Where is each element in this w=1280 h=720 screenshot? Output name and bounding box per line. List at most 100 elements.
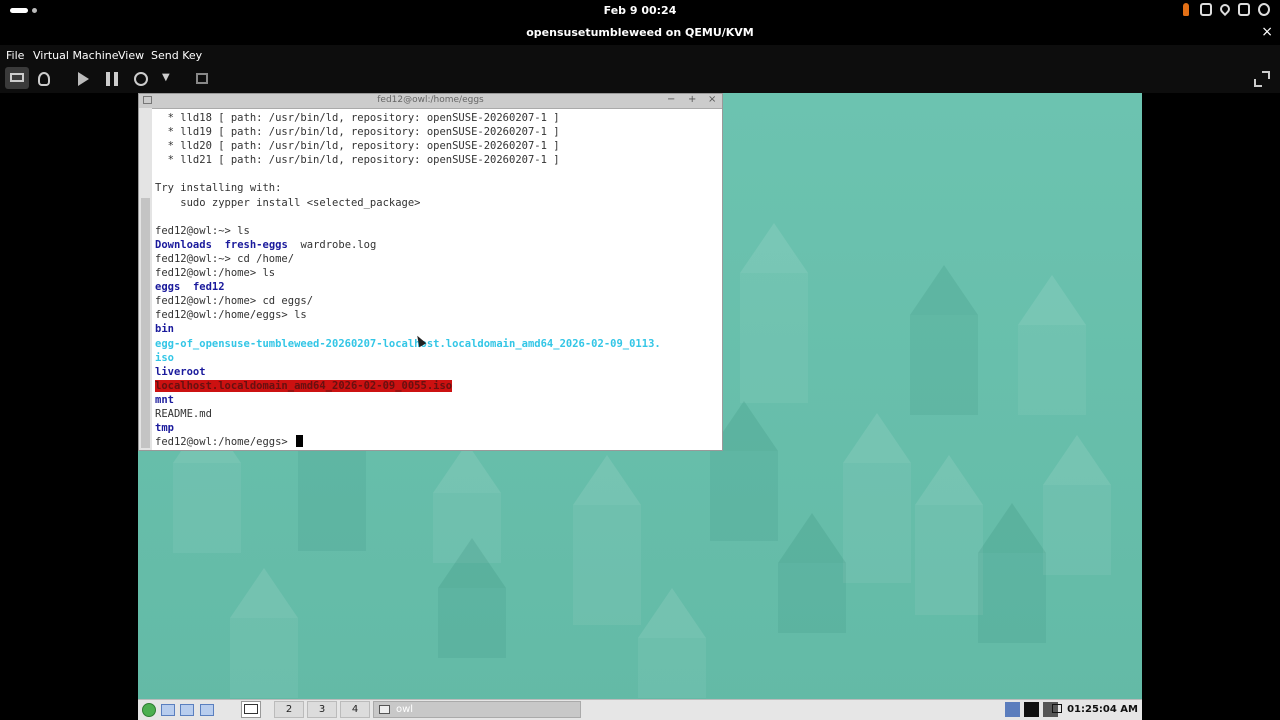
menu-send-key[interactable]: Send Key [151,49,202,62]
terminal-text: bin [155,323,174,336]
terminal-line: README.md [155,407,720,421]
bulb-icon[interactable] [38,72,50,86]
terminal-text: * lld18 [ path: /usr/bin/ld, repository:… [155,112,560,124]
fullscreen-icon[interactable] [1254,71,1270,87]
screens-icon[interactable] [196,73,208,84]
volume-icon [1238,3,1250,16]
guest-taskbar: 2 3 4 owl 01:25:04 AM [138,699,1142,720]
menu-view[interactable]: View [118,49,144,62]
start-menu-icon[interactable] [142,703,156,717]
wallpaper-shape [843,413,911,463]
taskbar-window-label: owl [396,704,414,715]
vm-titlebar: opensusetumbleweed on QEMU/KVM × [0,21,1280,45]
terminal-text: fed12@owl:~> cd /home/ [155,252,295,265]
window-icon [379,705,390,714]
vm-toolbar: ▼ [0,65,1280,93]
terminal-line: tmp [155,421,720,435]
close-button[interactable]: × [708,94,716,105]
maximize-button[interactable]: + [688,94,696,105]
terminal-text: mnt [155,393,174,406]
menu-virtual-machine[interactable]: Virtual Machine [33,49,119,62]
calendar-icon [1052,704,1063,713]
terminal-text: * lld20 [ path: /usr/bin/ld, repository:… [155,140,560,153]
terminal-window[interactable]: fed12@owl:/home/eggs − + × * lld18 [ pat… [138,93,723,451]
dir-entry: eggs [155,281,181,294]
wallpaper-shape [915,455,983,505]
terminal-line: fed12@owl:~> ls [155,224,720,238]
terminal-text: fed12@owl:/home/eggs> ls [155,309,307,322]
terminal-output[interactable]: * lld18 [ path: /usr/bin/ld, repository:… [155,111,720,449]
terminal-line: Downloads fresh-eggs wardrobe.log [155,238,720,252]
pause-icon[interactable] [106,72,118,86]
terminal-line: * lld19 [ path: /usr/bin/ld, repository:… [155,125,720,139]
terminal-line: * lld18 [ path: /usr/bin/ld, repository:… [155,111,720,125]
location-icon [1217,1,1233,17]
dir-entry: Downloads [155,238,212,251]
terminal-title: fed12@owl:/home/eggs [377,95,484,105]
workspace-3[interactable]: 3 [307,701,337,718]
minimize-button[interactable]: − [667,94,675,105]
wallpaper-shape [778,563,846,633]
wallpaper-shape [298,451,366,551]
chevron-down-icon[interactable]: ▼ [162,72,170,90]
terminal-line: egg-of_opensuse-tumbleweed-20260207-loca… [155,337,720,351]
workspace-4[interactable]: 4 [340,701,370,718]
wallpaper-shape [230,618,298,698]
terminal-launcher-icon[interactable] [200,704,214,716]
terminal-text: Try installing with: [155,182,282,195]
terminal-text: README.md [155,407,212,420]
terminal-text: fed12@owl:/home> cd eggs/ [155,295,314,308]
show-desktop-icon[interactable] [241,701,261,718]
wallpaper-shape [638,638,706,698]
wallpaper-shape [1018,275,1086,325]
tray-icon-1[interactable] [1005,702,1020,717]
menu-file[interactable]: File [6,49,24,62]
wallpaper-shape [230,568,298,618]
terminal-line: * lld21 [ path: /usr/bin/ld, repository:… [155,153,720,167]
terminal-text: sudo zypper install <selected_package> [155,196,421,209]
gnome-top-bar: Feb 9 00:24 [0,0,1280,21]
command-prompt: fed12@owl:/home/eggs> [155,436,295,449]
system-tray[interactable] [1180,1,1270,17]
terminal-line: mnt [155,393,720,407]
terminal-line: fed12@owl:/home> cd eggs/ [155,294,720,308]
vm-window-title: opensusetumbleweed on QEMU/KVM [526,26,754,39]
terminal-scrollbar[interactable] [139,108,152,450]
browser-icon[interactable] [180,704,194,716]
terminal-line: Try installing with: [155,181,720,195]
power-icon [1258,3,1270,16]
wallpaper-shape [573,505,641,625]
wallpaper-shape [910,315,978,415]
network-icon [1200,3,1212,16]
wallpaper-shape [1043,485,1111,575]
file-manager-icon[interactable] [161,704,175,716]
terminal-line: fed12@owl:/home/eggs> [155,435,720,449]
wallpaper-shape [173,463,241,553]
terminal-line: fed12@owl:~> cd /home/ [155,252,720,266]
terminal-titlebar[interactable]: fed12@owl:/home/eggs − + × [139,94,722,109]
wallpaper-shape [638,588,706,638]
monitor-icon[interactable] [5,67,29,89]
file-entry: wardrobe.log [300,238,377,251]
top-clock[interactable]: Feb 9 00:24 [0,4,1280,17]
workspace-2[interactable]: 2 [274,701,304,718]
wallpaper-shape [978,503,1046,553]
power-icon[interactable] [134,72,148,86]
terminal-line: bin [155,322,720,336]
terminal-text: * lld21 [ path: /usr/bin/ld, repository:… [155,154,560,167]
terminal-text: * lld19 [ path: /usr/bin/ld, repository:… [155,126,560,139]
taskbar-clock[interactable]: 01:25:04 AM [1052,701,1138,718]
close-window-button[interactable]: × [1261,24,1273,40]
menubar: File Virtual Machine View Send Key [0,45,1280,65]
terminal-line: sudo zypper install <selected_package> [155,196,720,210]
wallpaper-shape [710,451,778,541]
tray-icon-2[interactable] [1024,702,1039,717]
terminal-line: localhost.localdomain_amd64_2026-02-09_0… [155,379,720,393]
taskbar-window-owl[interactable]: owl [373,701,581,718]
taskbar-clock-text: 01:25:04 AM [1067,704,1138,715]
play-icon[interactable] [78,72,89,86]
scrollbar-thumb[interactable] [141,198,150,448]
guest-desktop[interactable]: fed12@owl:/home/eggs − + × * lld18 [ pat… [138,93,1142,720]
